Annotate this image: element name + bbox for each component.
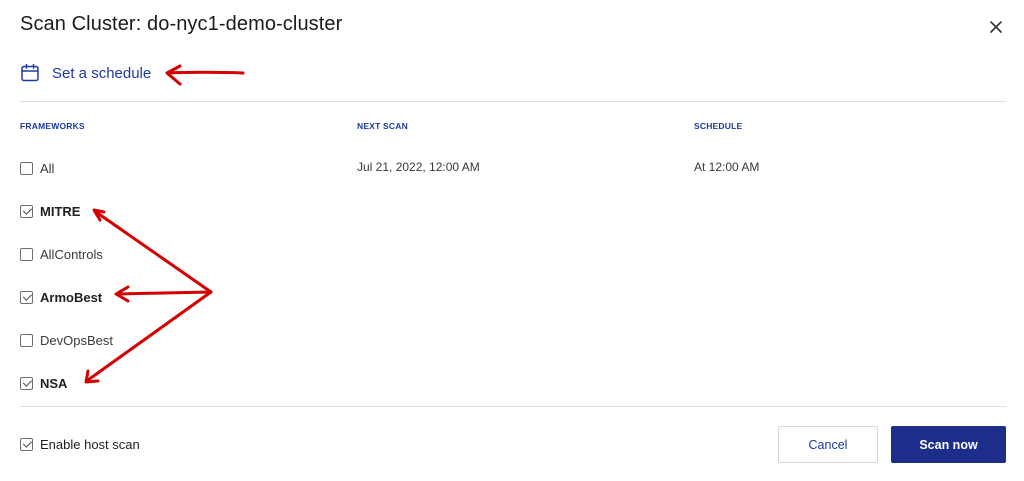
- header-schedule: SCHEDULE: [694, 121, 743, 131]
- framework-checkbox-nsa[interactable]: [20, 376, 33, 390]
- set-schedule-label: Set a schedule: [52, 64, 152, 82]
- framework-checkbox-armobest[interactable]: [20, 290, 33, 304]
- framework-label-allcontrols: AllControls: [40, 246, 103, 262]
- framework-row-all[interactable]: All: [20, 159, 54, 177]
- framework-row-allcontrols[interactable]: AllControls: [20, 245, 103, 263]
- header-next-scan: NEXT SCAN: [357, 121, 408, 131]
- framework-checkbox-allcontrols[interactable]: [20, 247, 33, 261]
- framework-label-nsa: NSA: [40, 375, 68, 391]
- annotation-arrows: [84, 64, 245, 384]
- calendar-icon: [21, 63, 39, 82]
- next-scan-value: Jul 21, 2022, 12:00 AM: [357, 160, 480, 174]
- arrow-armobest: [116, 290, 213, 296]
- framework-checkbox-all[interactable]: [20, 161, 33, 175]
- framework-label-all: All: [40, 160, 55, 176]
- scan-now-button[interactable]: Scan now: [891, 426, 1006, 463]
- framework-label-mitre: MITRE: [40, 203, 81, 219]
- cancel-button[interactable]: Cancel: [778, 426, 878, 463]
- set-schedule-link[interactable]: Set a schedule: [20, 62, 151, 84]
- divider-top: [20, 101, 1006, 102]
- scan-cluster-dialog: Scan Cluster: do-nyc1-demo-cluster Set a…: [0, 0, 1024, 481]
- framework-label-armobest: ArmoBest: [40, 289, 103, 305]
- framework-checkbox-mitre[interactable]: [20, 204, 33, 218]
- framework-row-nsa[interactable]: NSA: [20, 374, 67, 392]
- framework-row-mitre[interactable]: MITRE: [20, 202, 80, 220]
- host-scan-checkbox[interactable]: [20, 437, 33, 451]
- enable-host-scan-toggle[interactable]: Enable host scan: [20, 435, 140, 453]
- header-frameworks: FRAMEWORKS: [20, 121, 85, 131]
- framework-label-devopsbest: DevOpsBest: [40, 332, 113, 348]
- close-icon[interactable]: [985, 16, 1007, 38]
- host-scan-label: Enable host scan: [40, 436, 140, 452]
- schedule-value: At 12:00 AM: [694, 160, 760, 174]
- framework-row-devopsbest[interactable]: DevOpsBest: [20, 331, 113, 349]
- dialog-title: Scan Cluster: do-nyc1-demo-cluster: [20, 13, 343, 35]
- arrow-mitre: [94, 210, 213, 294]
- framework-checkbox-devopsbest[interactable]: [20, 333, 33, 347]
- divider-bottom: [20, 406, 1006, 407]
- framework-row-armobest[interactable]: ArmoBest: [20, 288, 102, 306]
- arrow-schedule: [166, 70, 245, 75]
